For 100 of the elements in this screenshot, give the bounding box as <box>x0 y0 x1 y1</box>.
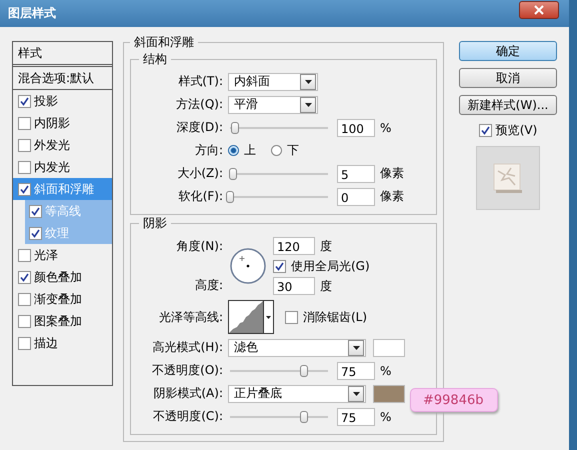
dropdown-value: 滤色 <box>234 339 258 356</box>
item-label: 投影 <box>34 92 58 110</box>
unit-label: 像素 <box>380 165 404 182</box>
color-swatch[interactable] <box>373 338 405 356</box>
close-button[interactable] <box>519 0 559 18</box>
color-swatch[interactable] <box>373 384 405 402</box>
item-label: 颜色叠加 <box>34 268 82 286</box>
caret-icon <box>304 102 312 106</box>
item-label: 图案叠加 <box>34 312 82 330</box>
field-label: 角度(N): <box>176 238 223 255</box>
check-icon <box>31 228 40 238</box>
checkbox[interactable] <box>273 260 286 272</box>
unit-label: % <box>380 120 392 134</box>
checkbox[interactable] <box>18 270 31 284</box>
checkbox[interactable] <box>285 310 298 324</box>
checkbox[interactable] <box>478 124 492 137</box>
field-label: 不透明度(C): <box>152 408 223 425</box>
list-item[interactable]: 图案叠加 <box>13 310 112 332</box>
item-label: 内发光 <box>34 158 70 176</box>
slider-thumb[interactable] <box>228 168 237 180</box>
item-label: 斜面和浮雕 <box>34 180 94 198</box>
list-item[interactable]: 内阴影 <box>13 112 112 134</box>
unit-label: % <box>380 364 392 378</box>
check-icon <box>20 272 29 282</box>
group-title: 阴影 <box>142 215 168 232</box>
list-item[interactable]: 颜色叠加 <box>13 266 112 288</box>
unit-label: 像素 <box>380 188 404 205</box>
radio-button[interactable] <box>271 145 282 156</box>
check-icon <box>20 96 29 106</box>
slider-thumb[interactable] <box>230 122 239 134</box>
input-field[interactable]: 0 <box>337 188 375 206</box>
input-field[interactable]: 75 <box>337 362 375 380</box>
input-field[interactable]: 75 <box>337 408 375 426</box>
radio-label: 上 <box>244 142 256 159</box>
dialog-button[interactable]: 确定 <box>459 41 557 61</box>
list-item[interactable]: 内发光 <box>13 156 112 178</box>
list-item[interactable]: 混合选项:默认 <box>13 67 112 90</box>
dropdown-value: 正片叠底 <box>234 385 282 402</box>
field-label: 样式(T): <box>177 73 223 90</box>
window-title: 图层样式 <box>8 5 56 22</box>
field-label: 软化(F): <box>178 188 223 205</box>
checkbox[interactable] <box>18 292 31 306</box>
checkbox[interactable] <box>18 138 31 152</box>
checkbox-label: 预览(V) <box>496 122 538 139</box>
field-label: 高度: <box>194 277 223 294</box>
input-field[interactable]: 30 <box>273 277 315 295</box>
dropdown[interactable]: 滤色 <box>228 338 366 356</box>
group-title: 斜面和浮雕 <box>133 34 195 51</box>
group-title: 结构 <box>142 51 168 68</box>
field-label: 深度(D): <box>175 119 223 136</box>
check-icon <box>480 126 490 135</box>
unit-label: 度 <box>320 238 332 254</box>
checkbox[interactable] <box>18 336 31 350</box>
dropdown-value: 平滑 <box>234 96 258 113</box>
item-label: 渐变叠加 <box>34 290 82 308</box>
field-label: 高光模式(H): <box>152 339 223 356</box>
field-label: 大小(Z): <box>176 165 223 182</box>
checkbox-label: 消除锯齿(L) <box>303 308 368 326</box>
item-label: 描边 <box>34 334 58 352</box>
checkbox[interactable] <box>18 94 31 108</box>
slider-thumb[interactable] <box>300 364 308 376</box>
list-item[interactable]: 外发光 <box>13 134 112 156</box>
contour-picker[interactable] <box>228 300 274 334</box>
input-field[interactable]: 100 <box>337 118 375 136</box>
dropdown[interactable]: 平滑 <box>228 96 318 114</box>
list-item[interactable]: 投影 <box>13 90 112 112</box>
dialog-button[interactable]: 取消 <box>459 68 557 88</box>
item-label: 纹理 <box>45 224 69 242</box>
angle-dial <box>229 247 267 285</box>
list-item[interactable]: 光泽 <box>13 244 112 266</box>
list-item[interactable]: 描边 <box>13 332 112 354</box>
checkbox[interactable] <box>18 248 31 262</box>
checkbox[interactable] <box>29 204 42 218</box>
checkbox[interactable] <box>18 314 31 328</box>
caret-icon <box>352 392 360 396</box>
unit-label: % <box>380 410 392 424</box>
field-label: 光泽等高线: <box>158 308 223 326</box>
dropdown-value: 内斜面 <box>234 73 270 90</box>
check-icon <box>275 262 284 270</box>
item-label: 内阴影 <box>34 114 70 132</box>
input-field[interactable]: 5 <box>337 164 375 182</box>
slider-thumb[interactable] <box>300 410 308 422</box>
list-item[interactable]: 渐变叠加 <box>13 288 112 310</box>
checkbox[interactable] <box>18 160 31 174</box>
input-field[interactable]: 120 <box>273 237 315 255</box>
caret-icon <box>352 346 360 350</box>
radio-label: 下 <box>287 142 299 159</box>
item-label: 外发光 <box>34 136 70 154</box>
checkbox[interactable] <box>29 226 42 240</box>
close-icon <box>534 4 544 14</box>
dropdown[interactable]: 内斜面 <box>228 72 318 90</box>
item-label: 等高线 <box>45 202 81 220</box>
checkbox[interactable] <box>18 116 31 130</box>
checkbox-label: 使用全局光(G) <box>291 258 370 274</box>
checkbox[interactable] <box>18 182 31 196</box>
slider-thumb[interactable] <box>226 190 234 202</box>
radio-button[interactable] <box>228 145 239 156</box>
check-icon <box>20 184 29 194</box>
dropdown[interactable]: 正片叠底 <box>228 384 366 402</box>
dialog-button[interactable]: 新建样式(W)... <box>459 95 557 115</box>
